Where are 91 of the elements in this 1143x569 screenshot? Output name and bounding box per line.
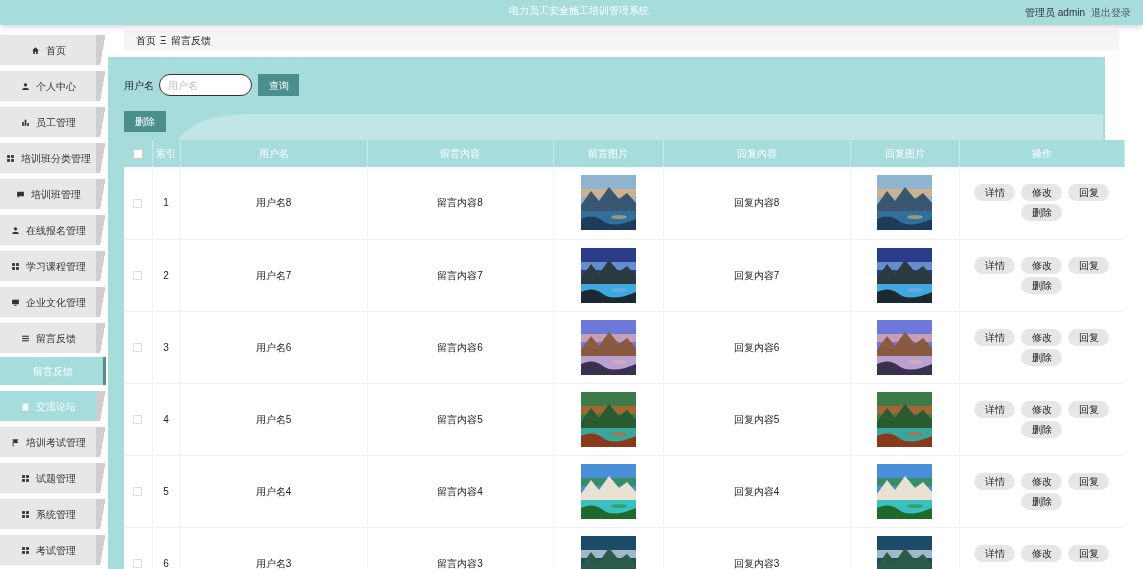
grid-icon bbox=[10, 261, 20, 271]
action-button[interactable]: 回复 bbox=[1068, 472, 1110, 490]
table-cell: 留言内容8 bbox=[437, 197, 483, 209]
table-cell: 用户名7 bbox=[255, 269, 292, 281]
user-icon bbox=[10, 225, 20, 235]
table-cell: 用户名5 bbox=[255, 413, 292, 425]
action-button[interactable]: 回复 bbox=[1068, 328, 1110, 346]
monitor-icon bbox=[10, 297, 20, 307]
action-button[interactable]: 修改 bbox=[1021, 544, 1063, 562]
username-field[interactable]: 用户名 bbox=[159, 74, 252, 96]
table-cell: 2 bbox=[163, 269, 169, 281]
chat-icon bbox=[15, 189, 25, 199]
action-button[interactable]: 删除 bbox=[1021, 348, 1063, 366]
logout-link[interactable]: 退出登录 bbox=[1091, 5, 1131, 20]
action-button[interactable]: 修改 bbox=[1021, 328, 1063, 346]
row-checkbox[interactable] bbox=[133, 415, 143, 425]
table-cell: 回复内容5 bbox=[733, 413, 780, 425]
action-button[interactable]: 删除 bbox=[1021, 420, 1063, 438]
grid-icon bbox=[20, 545, 30, 555]
action-button[interactable]: 详情 bbox=[974, 544, 1016, 562]
action-button[interactable]: 删除 bbox=[1021, 204, 1063, 221]
sidebar-item[interactable]: 员工管理 bbox=[0, 107, 108, 137]
action-button[interactable]: 修改 bbox=[1021, 472, 1063, 490]
table-cell: 留言内容3 bbox=[437, 557, 483, 569]
breadcrumb-item[interactable]: 首页 bbox=[136, 32, 156, 48]
separator: Ξ bbox=[160, 33, 167, 48]
search-label: 用户名 bbox=[124, 78, 154, 93]
table-cell: 用户名3 bbox=[255, 557, 292, 569]
row-checkbox[interactable] bbox=[133, 271, 143, 281]
grid-icon bbox=[20, 473, 30, 483]
table-cell: 5 bbox=[163, 485, 169, 497]
table-cell: 留言内容7 bbox=[437, 269, 483, 281]
select-all-checkbox[interactable] bbox=[132, 149, 143, 160]
action-button[interactable]: 详情 bbox=[974, 400, 1016, 418]
grid-icon bbox=[20, 509, 30, 519]
breadcrumb-item[interactable]: 留言反馈 bbox=[170, 32, 211, 48]
sidebar-item[interactable]: 留言反馈 bbox=[0, 323, 108, 353]
action-button[interactable]: 删除 bbox=[1021, 276, 1063, 294]
delete-button[interactable]: 删除 bbox=[124, 111, 166, 132]
table-cell: 回复内容6 bbox=[733, 341, 780, 353]
table-cell: 3 bbox=[163, 341, 169, 353]
action-button[interactable]: 修改 bbox=[1021, 400, 1063, 418]
app-title: 电力员工安全施工培训管理系统 bbox=[509, 4, 649, 18]
table-cell: 回复内容3 bbox=[733, 557, 780, 569]
clipboard-icon bbox=[20, 401, 30, 411]
sidebar-item[interactable]: 培训班管理 bbox=[0, 179, 108, 209]
table-cell: 1 bbox=[163, 197, 169, 209]
table-cell: 回复内容8 bbox=[733, 197, 780, 209]
table-cell: 6 bbox=[163, 557, 169, 569]
grid-icon bbox=[5, 153, 15, 163]
list-icon bbox=[20, 333, 30, 343]
table-cell: 用户名8 bbox=[255, 197, 292, 209]
action-button[interactable]: 回复 bbox=[1068, 544, 1110, 562]
table-cell: 留言内容4 bbox=[437, 485, 483, 497]
action-button[interactable]: 删除 bbox=[1021, 492, 1063, 510]
user-icon bbox=[20, 81, 30, 91]
action-button[interactable]: 回复 bbox=[1068, 184, 1110, 201]
table-cell: 4 bbox=[163, 413, 169, 425]
table-cell: 回复内容7 bbox=[733, 269, 780, 281]
action-button[interactable]: 详情 bbox=[974, 256, 1016, 274]
table-cell: 留言内容6 bbox=[437, 341, 483, 353]
table-cell: 用户名6 bbox=[255, 341, 292, 353]
action-button[interactable]: 回复 bbox=[1068, 400, 1110, 418]
search-button[interactable]: 查询 bbox=[258, 74, 299, 96]
row-checkbox[interactable] bbox=[133, 199, 143, 209]
sidebar-item[interactable]: 培训考试管理 bbox=[0, 427, 108, 457]
sidebar-item[interactable]: 在线报名管理 bbox=[0, 215, 108, 245]
action-button[interactable]: 详情 bbox=[974, 328, 1016, 346]
action-button[interactable]: 详情 bbox=[974, 184, 1016, 201]
sidebar-item[interactable]: 企业文化管理 bbox=[0, 287, 108, 317]
sidebar-item[interactable]: 学习课程管理 bbox=[0, 251, 108, 281]
row-checkbox[interactable] bbox=[133, 559, 143, 569]
action-button[interactable]: 详情 bbox=[974, 472, 1016, 490]
sidebar-item[interactable]: 试题管理 bbox=[0, 463, 108, 493]
flag-icon bbox=[10, 437, 20, 447]
table-cell: 用户名4 bbox=[255, 485, 292, 497]
sidebar-item[interactable]: 培训班分类管理 bbox=[0, 143, 108, 173]
row-checkbox[interactable] bbox=[133, 343, 143, 353]
action-button[interactable]: 修改 bbox=[1021, 184, 1063, 201]
action-button[interactable]: 修改 bbox=[1021, 256, 1063, 274]
bar-chart-icon bbox=[20, 117, 30, 127]
table-cell: 留言内容5 bbox=[437, 413, 483, 425]
home-icon bbox=[30, 45, 40, 55]
sidebar-item[interactable]: 系统管理 bbox=[0, 499, 108, 529]
sidebar-item[interactable]: 个人中心 bbox=[0, 71, 108, 101]
sidebar-item[interactable]: 首页 bbox=[0, 35, 108, 65]
row-checkbox[interactable] bbox=[133, 487, 143, 497]
sidebar-item[interactable]: 考试管理 bbox=[0, 535, 108, 565]
table-cell: 回复内容4 bbox=[733, 485, 780, 497]
action-button[interactable]: 回复 bbox=[1068, 256, 1110, 274]
user-label: 管理员 admin bbox=[1025, 6, 1085, 20]
